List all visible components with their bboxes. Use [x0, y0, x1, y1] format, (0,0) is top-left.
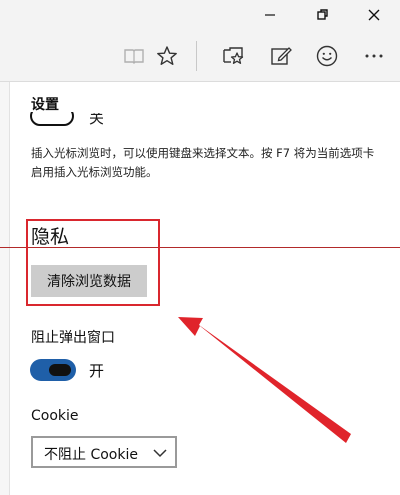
annotation-highlight-box — [26, 219, 160, 306]
close-button[interactable] — [350, 0, 398, 31]
close-icon — [368, 9, 380, 21]
panel-edge — [0, 82, 10, 495]
toolbar-separator — [196, 41, 197, 71]
hub-button[interactable] — [219, 42, 247, 70]
block-popups-state: 开 — [89, 362, 105, 380]
more-icon — [365, 54, 383, 58]
star-icon — [157, 46, 177, 65]
block-popups-toggle[interactable] — [30, 359, 76, 381]
minimize-button[interactable] — [246, 0, 294, 31]
caret-toggle-state-text: 关 — [89, 113, 103, 125]
reading-view-icon — [124, 49, 144, 64]
favorite-button[interactable] — [153, 42, 181, 70]
toggle-track — [30, 112, 74, 126]
caret-browsing-description: 插入光标浏览时，可以使用键盘来选择文本。按 F7 将为当前选项卡启用插入光标浏览… — [31, 146, 375, 179]
title-bar — [0, 0, 400, 31]
hub-icon — [223, 47, 244, 64]
restore-button[interactable] — [299, 0, 347, 31]
toggle-knob — [49, 364, 71, 376]
cookie-dropdown-value: 不阻止 Cookie — [44, 447, 138, 463]
restore-icon — [317, 9, 328, 20]
caret-toggle-state: 关 — [89, 113, 103, 125]
chevron-down-icon — [153, 449, 167, 458]
browser-toolbar — [0, 31, 400, 82]
web-note-icon — [271, 47, 292, 65]
minimize-icon — [265, 14, 275, 16]
caret-browsing-toggle[interactable] — [30, 112, 78, 128]
more-button[interactable] — [360, 42, 388, 70]
feedback-button[interactable] — [313, 42, 341, 70]
smiley-icon — [316, 45, 338, 67]
reading-view-button[interactable] — [120, 42, 148, 70]
cookie-dropdown[interactable]: 不阻止 Cookie — [31, 436, 177, 468]
web-note-button[interactable] — [267, 42, 295, 70]
block-popups-label: 阻止弹出窗口 — [31, 330, 115, 346]
settings-title: 设置 — [31, 97, 59, 113]
cookie-label: Cookie — [31, 408, 79, 424]
